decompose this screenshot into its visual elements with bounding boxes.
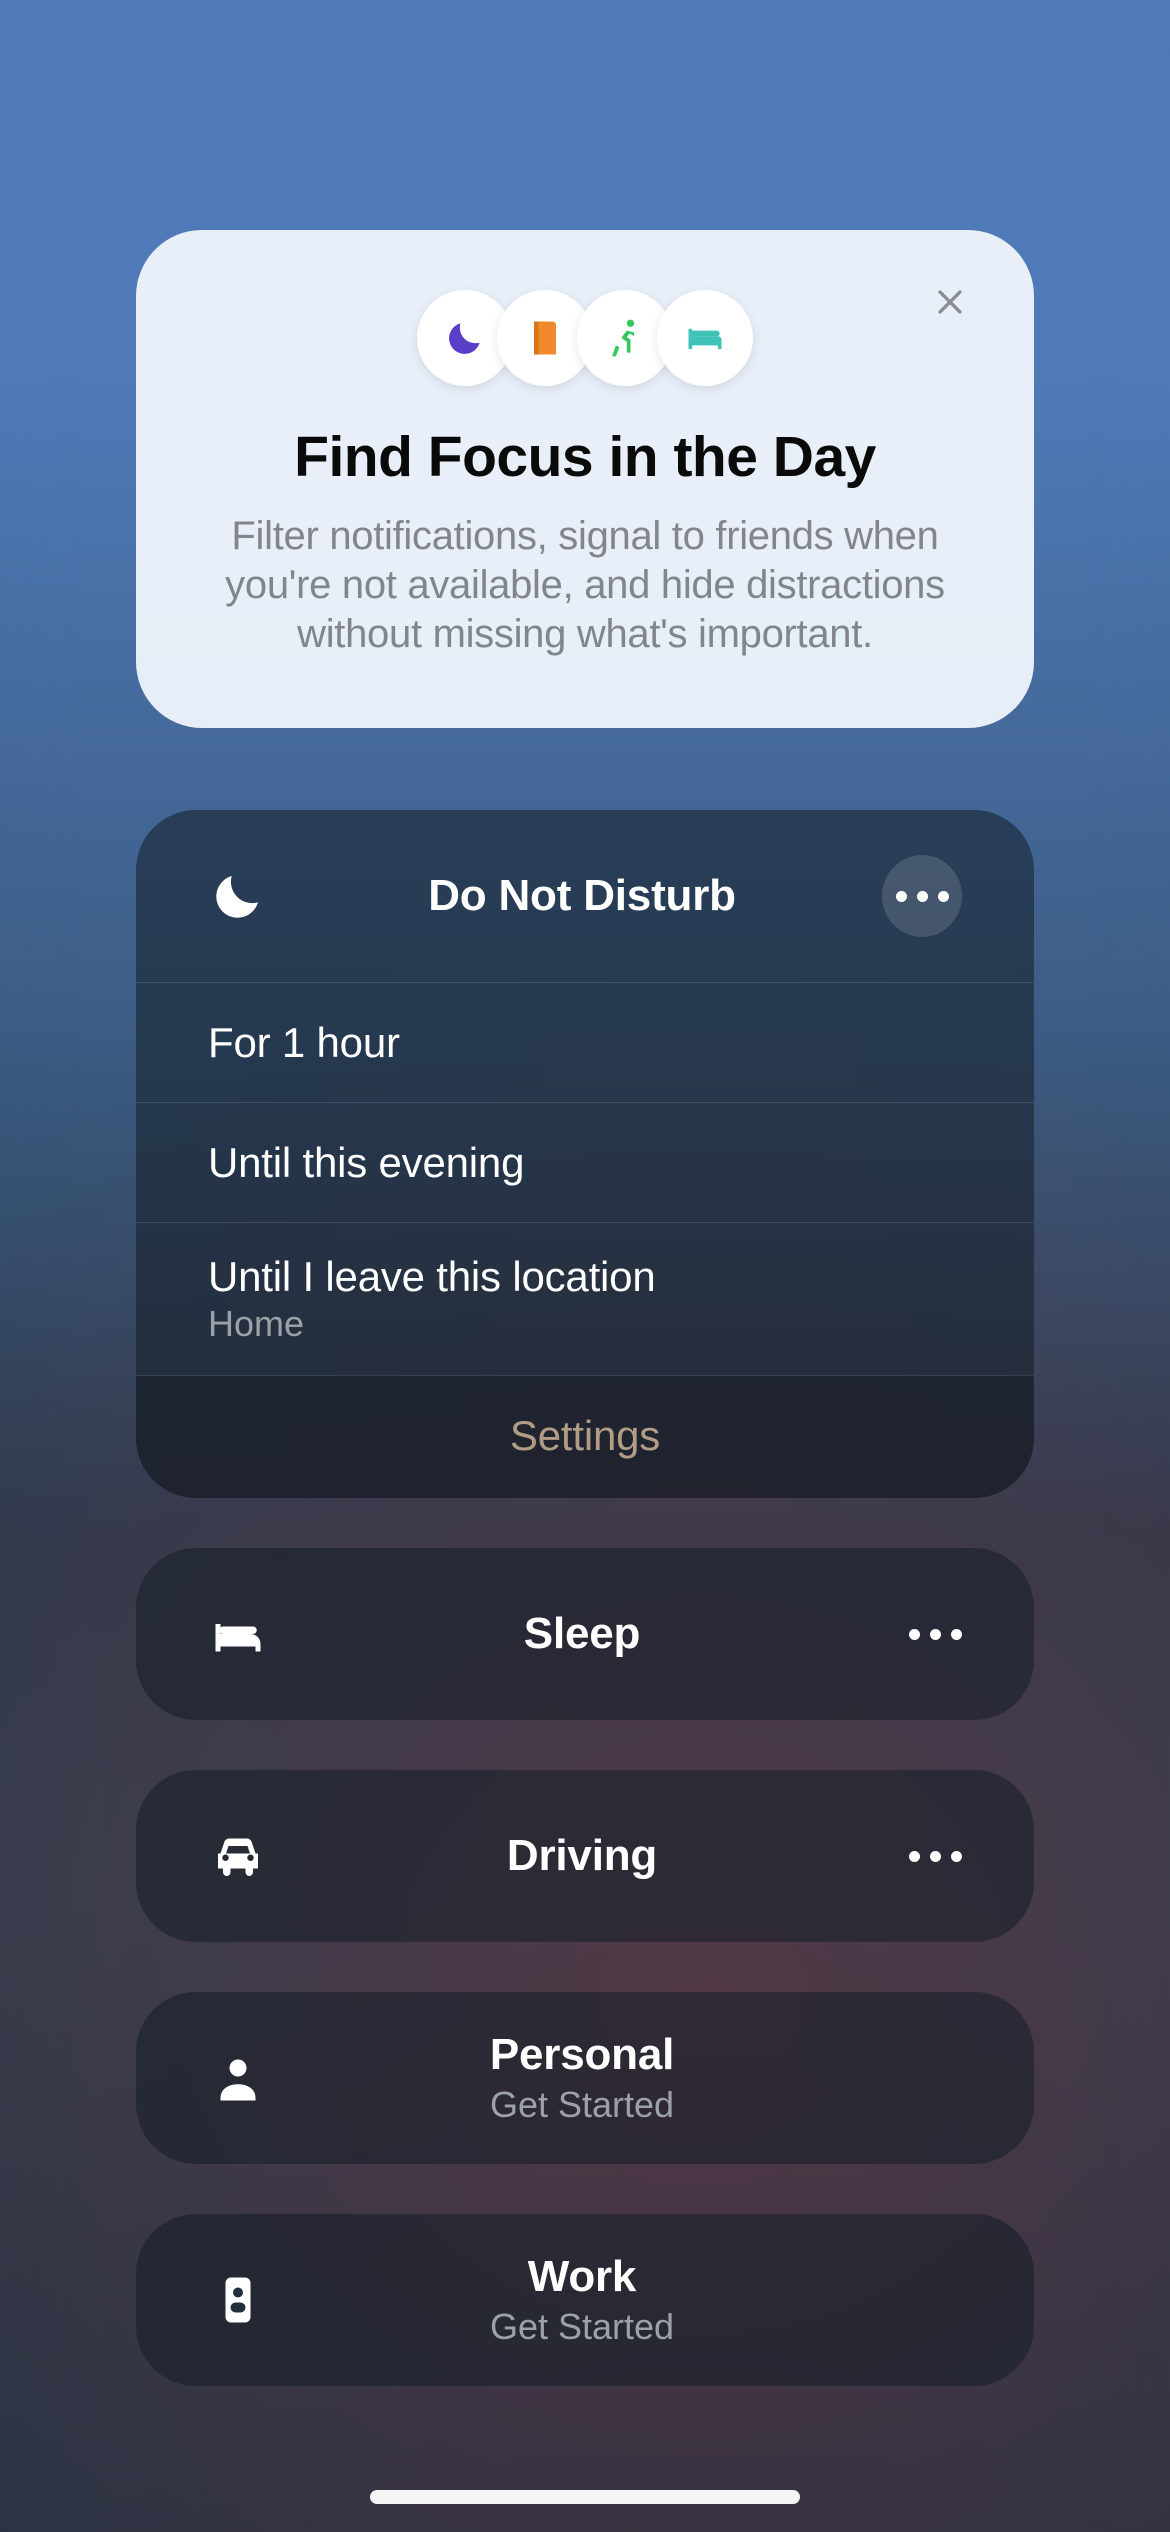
mode-sublabel: Get Started: [490, 2306, 674, 2348]
dnd-header-row[interactable]: Do Not Disturb: [136, 810, 1034, 982]
dnd-title: Do Not Disturb: [428, 871, 736, 921]
driving-more-button[interactable]: [882, 1851, 962, 1862]
mode-label: Driving: [507, 1831, 657, 1881]
mode-sublabel: Get Started: [490, 2084, 674, 2126]
option-label: For 1 hour: [208, 1019, 962, 1067]
bed-icon: [657, 290, 753, 386]
home-indicator[interactable]: [370, 2490, 800, 2504]
promo-title: Find Focus in the Day: [216, 424, 954, 490]
bed-icon: [208, 1604, 282, 1664]
focus-card-sleep[interactable]: Sleep: [136, 1548, 1034, 1720]
dnd-option-1hour[interactable]: For 1 hour: [136, 982, 1034, 1102]
mode-label: Personal: [490, 2030, 674, 2080]
focus-card-dnd: Do Not Disturb For 1 hour Until this eve…: [136, 810, 1034, 1498]
option-sublabel: Home: [208, 1303, 962, 1345]
dnd-option-evening[interactable]: Until this evening: [136, 1102, 1034, 1222]
dnd-settings-button[interactable]: Settings: [136, 1375, 1034, 1498]
close-button[interactable]: [926, 278, 974, 326]
dnd-more-button[interactable]: [882, 855, 962, 937]
focus-card-work[interactable]: Work Get Started: [136, 2214, 1034, 2386]
person-icon: [208, 2048, 282, 2108]
mode-label: Work: [528, 2252, 636, 2302]
mode-label: Sleep: [524, 1609, 640, 1659]
option-label: Until this evening: [208, 1139, 962, 1187]
sleep-more-button[interactable]: [882, 1629, 962, 1640]
car-icon: [208, 1826, 282, 1886]
option-label: Until I leave this location: [208, 1253, 962, 1301]
badge-icon: [208, 2270, 282, 2330]
focus-card-personal[interactable]: Personal Get Started: [136, 1992, 1034, 2164]
promo-icon-row: [216, 290, 954, 386]
promo-body: Filter notifications, signal to friends …: [216, 512, 954, 658]
focus-promo-card: Find Focus in the Day Filter notificatio…: [136, 230, 1034, 728]
moon-icon: [208, 866, 282, 926]
settings-label: Settings: [510, 1412, 660, 1459]
dnd-option-location[interactable]: Until I leave this location Home: [136, 1222, 1034, 1375]
focus-card-driving[interactable]: Driving: [136, 1770, 1034, 1942]
